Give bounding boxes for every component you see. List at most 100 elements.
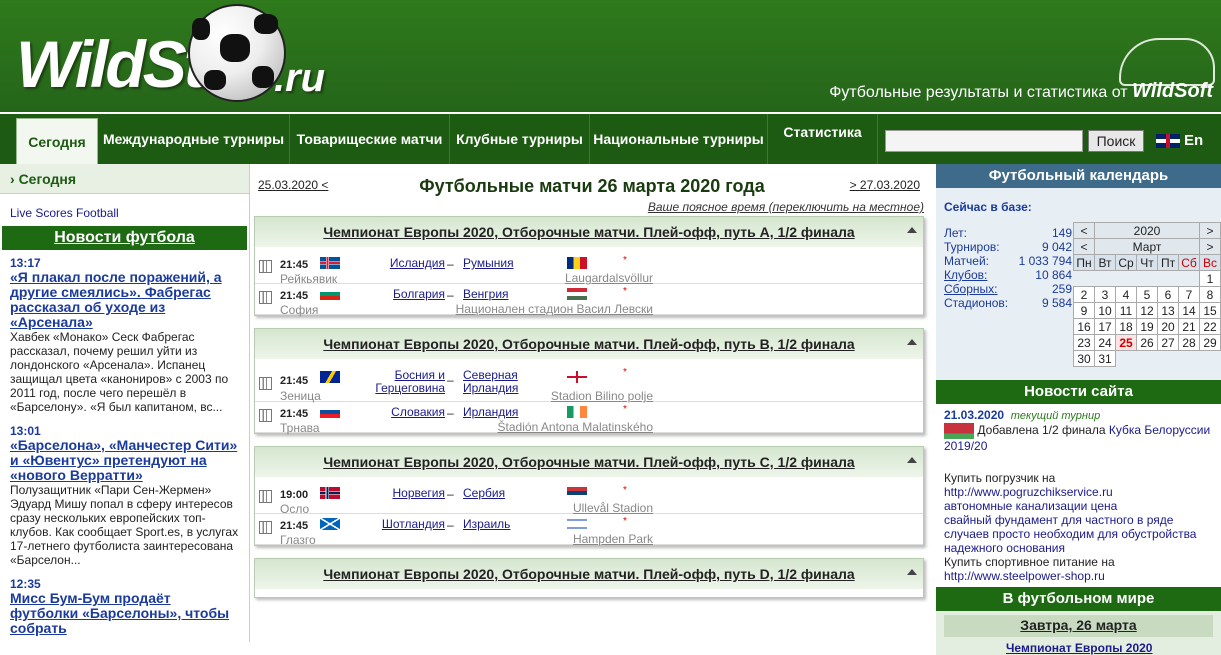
calendar-day[interactable]: 6: [1157, 286, 1179, 303]
calendar-day[interactable]: 18: [1115, 318, 1137, 335]
match-row: 21:45 Рейкьявик Исландия – Румыния * Laugardal…: [255, 253, 923, 286]
calendar-day[interactable]: 11: [1115, 302, 1137, 319]
stats-icon[interactable]: [259, 260, 272, 273]
away-team-link[interactable]: Сербия: [463, 487, 543, 500]
group-title-link[interactable]: Чемпионат Европы 2020, Отборочные матчи.…: [255, 217, 923, 247]
collapse-arrow-icon[interactable]: [907, 569, 917, 575]
calendar-day[interactable]: 9: [1073, 302, 1095, 319]
nav-friendlies[interactable]: Товарищеские матчи: [290, 114, 450, 164]
calendar-day[interactable]: 20: [1157, 318, 1179, 335]
away-team-link[interactable]: Венгрия: [463, 288, 543, 301]
calendar-day[interactable]: 28: [1178, 334, 1200, 351]
calendar-year: 2020: [1094, 222, 1200, 239]
calendar-day[interactable]: 19: [1136, 318, 1158, 335]
tomorrow-link[interactable]: Завтра, 26 марта: [944, 615, 1213, 637]
collapse-arrow-icon[interactable]: [907, 457, 917, 463]
calendar-day[interactable]: 13: [1157, 302, 1179, 319]
calendar-day[interactable]: 27: [1157, 334, 1179, 351]
group-title-link[interactable]: Чемпионат Европы 2020, Отборочные матчи.…: [255, 559, 923, 589]
main-content: 25.03.2020 < Футбольные матчи 26 марта 2…: [254, 164, 930, 642]
away-team-link[interactable]: Израиль: [463, 518, 543, 531]
timezone-link[interactable]: Ваше поясное время (переключить на местн…: [648, 200, 924, 214]
ad-link[interactable]: http://www.pogruzchikservice.ru: [944, 485, 1213, 499]
calendar-day[interactable]: 16: [1073, 318, 1095, 335]
search-button[interactable]: Поиск: [1088, 130, 1144, 152]
base-stat-row: Сборных: 259: [944, 282, 1072, 296]
calendar-day[interactable]: 31: [1094, 350, 1116, 367]
ad-link[interactable]: http://www.steelpower-shop.ru: [944, 569, 1213, 583]
calendar-day[interactable]: 22: [1199, 318, 1221, 335]
nav-club[interactable]: Клубные турниры: [450, 114, 590, 164]
news-title-link[interactable]: Мисс Бум-Бум продаёт футболки «Барселоны…: [10, 591, 239, 636]
stats-icon[interactable]: [259, 521, 272, 534]
home-team-link[interactable]: Шотландия: [351, 518, 445, 531]
venue-link[interactable]: Stadion Bilino polje: [435, 389, 653, 403]
prev-year-button[interactable]: <: [1073, 222, 1095, 239]
live-scores-link[interactable]: Live Scores Football: [10, 206, 119, 220]
collapse-arrow-icon[interactable]: [907, 339, 917, 345]
nav-national[interactable]: Национальные турниры: [590, 114, 768, 164]
competition-link[interactable]: Чемпионат Европы 2020: [944, 641, 1213, 655]
calendar-day[interactable]: 25: [1115, 334, 1137, 351]
calendar-day[interactable]: 7: [1178, 286, 1200, 303]
nav-today[interactable]: Сегодня: [16, 118, 98, 166]
away-team-link[interactable]: Ирландия: [463, 406, 543, 419]
venue-link[interactable]: Štadión Antona Malatinského: [435, 420, 653, 434]
news-title-link[interactable]: «Барселона», «Манчестер Сити» и «Ювентус…: [10, 438, 239, 483]
calendar-day[interactable]: 5: [1136, 286, 1158, 303]
group-title-link[interactable]: Чемпионат Европы 2020, Отборочные матчи.…: [255, 447, 923, 477]
calendar-day[interactable]: 2: [1073, 286, 1095, 303]
nav-international[interactable]: Международные турниры: [98, 114, 290, 164]
collapse-arrow-icon[interactable]: [907, 227, 917, 233]
stats-icon[interactable]: [259, 409, 272, 422]
venue-link[interactable]: Laugardalsvöllur: [435, 271, 653, 285]
venue-link[interactable]: Ullevål Stadion: [435, 501, 653, 515]
stats-icon[interactable]: [259, 377, 272, 390]
calendar-day[interactable]: 24: [1094, 334, 1116, 351]
calendar-day[interactable]: 14: [1178, 302, 1200, 319]
match-row: 21:45 София Болгария – Венгрия * Национален ст…: [255, 284, 923, 317]
next-month-button[interactable]: >: [1199, 238, 1221, 255]
nav-statistics[interactable]: Статистика: [768, 114, 878, 164]
calendar-day[interactable]: 1: [1199, 270, 1221, 287]
home-team-link[interactable]: Босния и Герцеговина: [351, 369, 445, 395]
calendar-day[interactable]: 29: [1199, 334, 1221, 351]
search-input[interactable]: [885, 130, 1083, 152]
match-row: 21:45 Трнава Словакия – Ирландия * Štadión Ant…: [255, 402, 923, 435]
calendar-day[interactable]: 15: [1199, 302, 1221, 319]
base-stat-row: Турниров: 9 042: [944, 240, 1072, 254]
home-team-link[interactable]: Словакия: [351, 406, 445, 419]
ad-link[interactable]: автономные канализации цена: [944, 499, 1213, 513]
stats-icon[interactable]: [259, 490, 272, 503]
venue-link[interactable]: Национален стадион Васил Левски: [435, 302, 653, 316]
calendar-day[interactable]: 30: [1073, 350, 1095, 367]
calendar-day[interactable]: 12: [1136, 302, 1158, 319]
calendar-day[interactable]: 3: [1094, 286, 1116, 303]
calendar-day[interactable]: 8: [1199, 286, 1221, 303]
calendar-day[interactable]: 4: [1115, 286, 1137, 303]
romania-flag-icon: [567, 257, 587, 269]
home-team-link[interactable]: Исландия: [351, 257, 445, 270]
next-date-link[interactable]: > 27.03.2020: [850, 178, 920, 192]
news-title-link[interactable]: «Я плакал после поражений, а другие смея…: [10, 270, 239, 330]
calendar-day[interactable]: 10: [1094, 302, 1116, 319]
home-team-link[interactable]: Норвегия: [351, 487, 445, 500]
sidebar-today[interactable]: › Сегодня: [0, 164, 249, 194]
soccer-ball-icon: [188, 4, 286, 102]
calendar-day[interactable]: 21: [1178, 318, 1200, 335]
prev-month-button[interactable]: <: [1073, 238, 1095, 255]
home-team-link[interactable]: Болгария: [351, 288, 445, 301]
venue-link[interactable]: Hampden Park: [435, 532, 653, 546]
ad-link[interactable]: свайный фундамент для частного в ряде сл…: [944, 513, 1213, 555]
language-switch[interactable]: En: [1156, 132, 1203, 149]
away-team-link[interactable]: Румыния: [463, 257, 543, 270]
football-news-header[interactable]: Новости футбола: [2, 226, 247, 250]
norway-flag-icon: [320, 487, 340, 499]
calendar-day[interactable]: 23: [1073, 334, 1095, 351]
stats-icon[interactable]: [259, 291, 272, 304]
next-year-button[interactable]: >: [1199, 222, 1221, 239]
bulgaria-flag-icon: [320, 288, 340, 300]
calendar-day[interactable]: 17: [1094, 318, 1116, 335]
group-title-link[interactable]: Чемпионат Европы 2020, Отборочные матчи.…: [255, 329, 923, 359]
calendar-day[interactable]: 26: [1136, 334, 1158, 351]
